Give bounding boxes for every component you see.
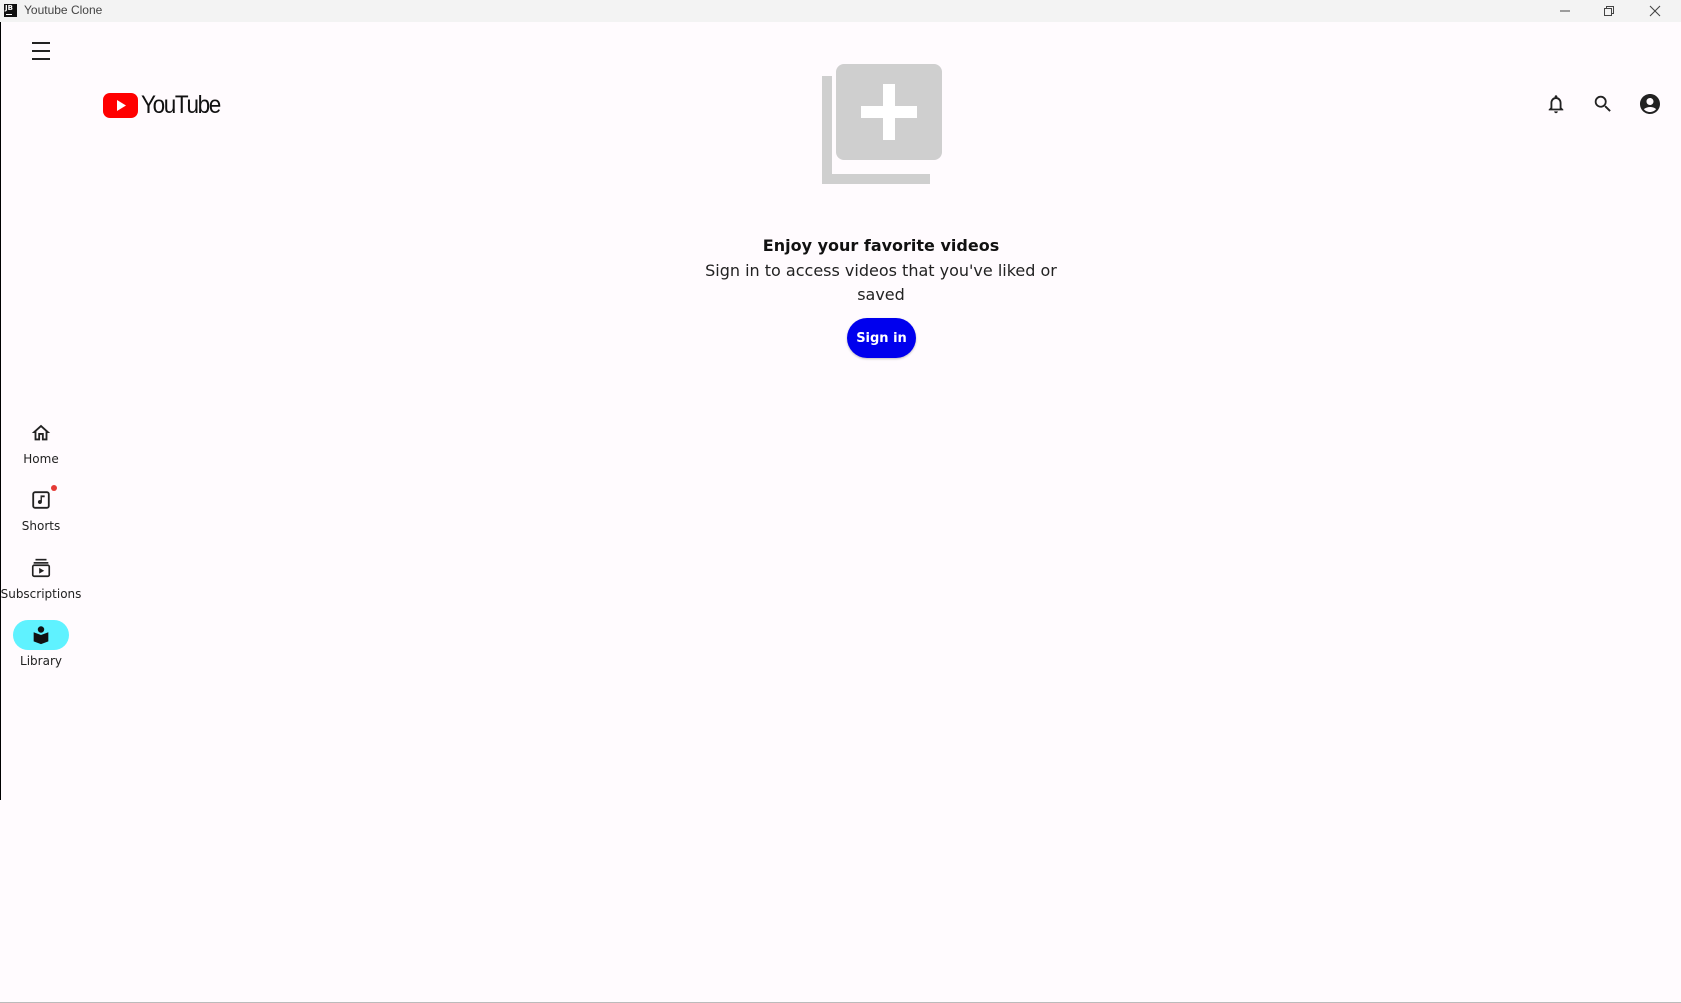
restore-icon — [1604, 6, 1614, 16]
account-button[interactable] — [1637, 91, 1663, 117]
youtube-play-icon — [103, 92, 138, 118]
notifications-button[interactable] — [1543, 91, 1569, 117]
app-icon: JB — [4, 4, 17, 17]
menu-button[interactable] — [30, 42, 52, 60]
nav-label-subscriptions: Subscriptions — [0, 587, 82, 601]
close-icon — [1649, 5, 1661, 17]
bell-icon — [1548, 95, 1564, 114]
minimize-button[interactable] — [1542, 0, 1588, 22]
nav-item-subscriptions[interactable]: Subscriptions — [0, 553, 82, 601]
nav-icon-wrap — [13, 418, 69, 448]
nav-icon-wrap — [13, 553, 69, 583]
close-button[interactable] — [1632, 0, 1678, 22]
library-icon — [33, 626, 49, 645]
search-icon — [1594, 95, 1611, 112]
nav-label-home: Home — [23, 452, 59, 466]
sign-in-button[interactable]: Sign in — [847, 318, 916, 358]
logo-text: YouTube — [141, 90, 221, 119]
nav-item-library[interactable]: Library — [0, 620, 82, 668]
nav-label-library: Library — [20, 654, 62, 668]
account-icon — [1640, 94, 1660, 114]
empty-state-title: Enjoy your favorite videos — [762, 236, 1000, 255]
search-button[interactable] — [1590, 91, 1616, 117]
empty-state-subtitle: Sign in to access videos that you've lik… — [705, 261, 1057, 304]
nav-item-shorts[interactable]: Shorts — [0, 485, 82, 533]
menu-icon-bar — [32, 58, 50, 60]
minimize-icon — [1560, 10, 1570, 12]
shorts-badge — [51, 485, 57, 491]
nav-label-shorts: Shorts — [21, 519, 61, 533]
home-icon — [31, 424, 51, 441]
add-to-library-icon — [822, 64, 942, 184]
menu-icon-bar — [32, 42, 50, 44]
youtube-logo[interactable]: YouTube — [103, 90, 229, 119]
subscriptions-icon — [31, 558, 51, 578]
app-window: JB Youtube Clone YouTube Enjoy your favo… — [0, 0, 1681, 1003]
menu-icon-bar — [32, 50, 50, 52]
window-title: Youtube Clone — [24, 3, 103, 17]
nav-icon-wrap-active — [13, 620, 69, 650]
nav-item-home[interactable]: Home — [0, 418, 82, 466]
window-left-edge — [0, 22, 1, 800]
restore-button[interactable] — [1586, 0, 1632, 22]
window-titlebar: JB Youtube Clone — [0, 0, 1681, 22]
nav-icon-wrap — [13, 485, 69, 515]
shorts-icon — [32, 491, 50, 509]
